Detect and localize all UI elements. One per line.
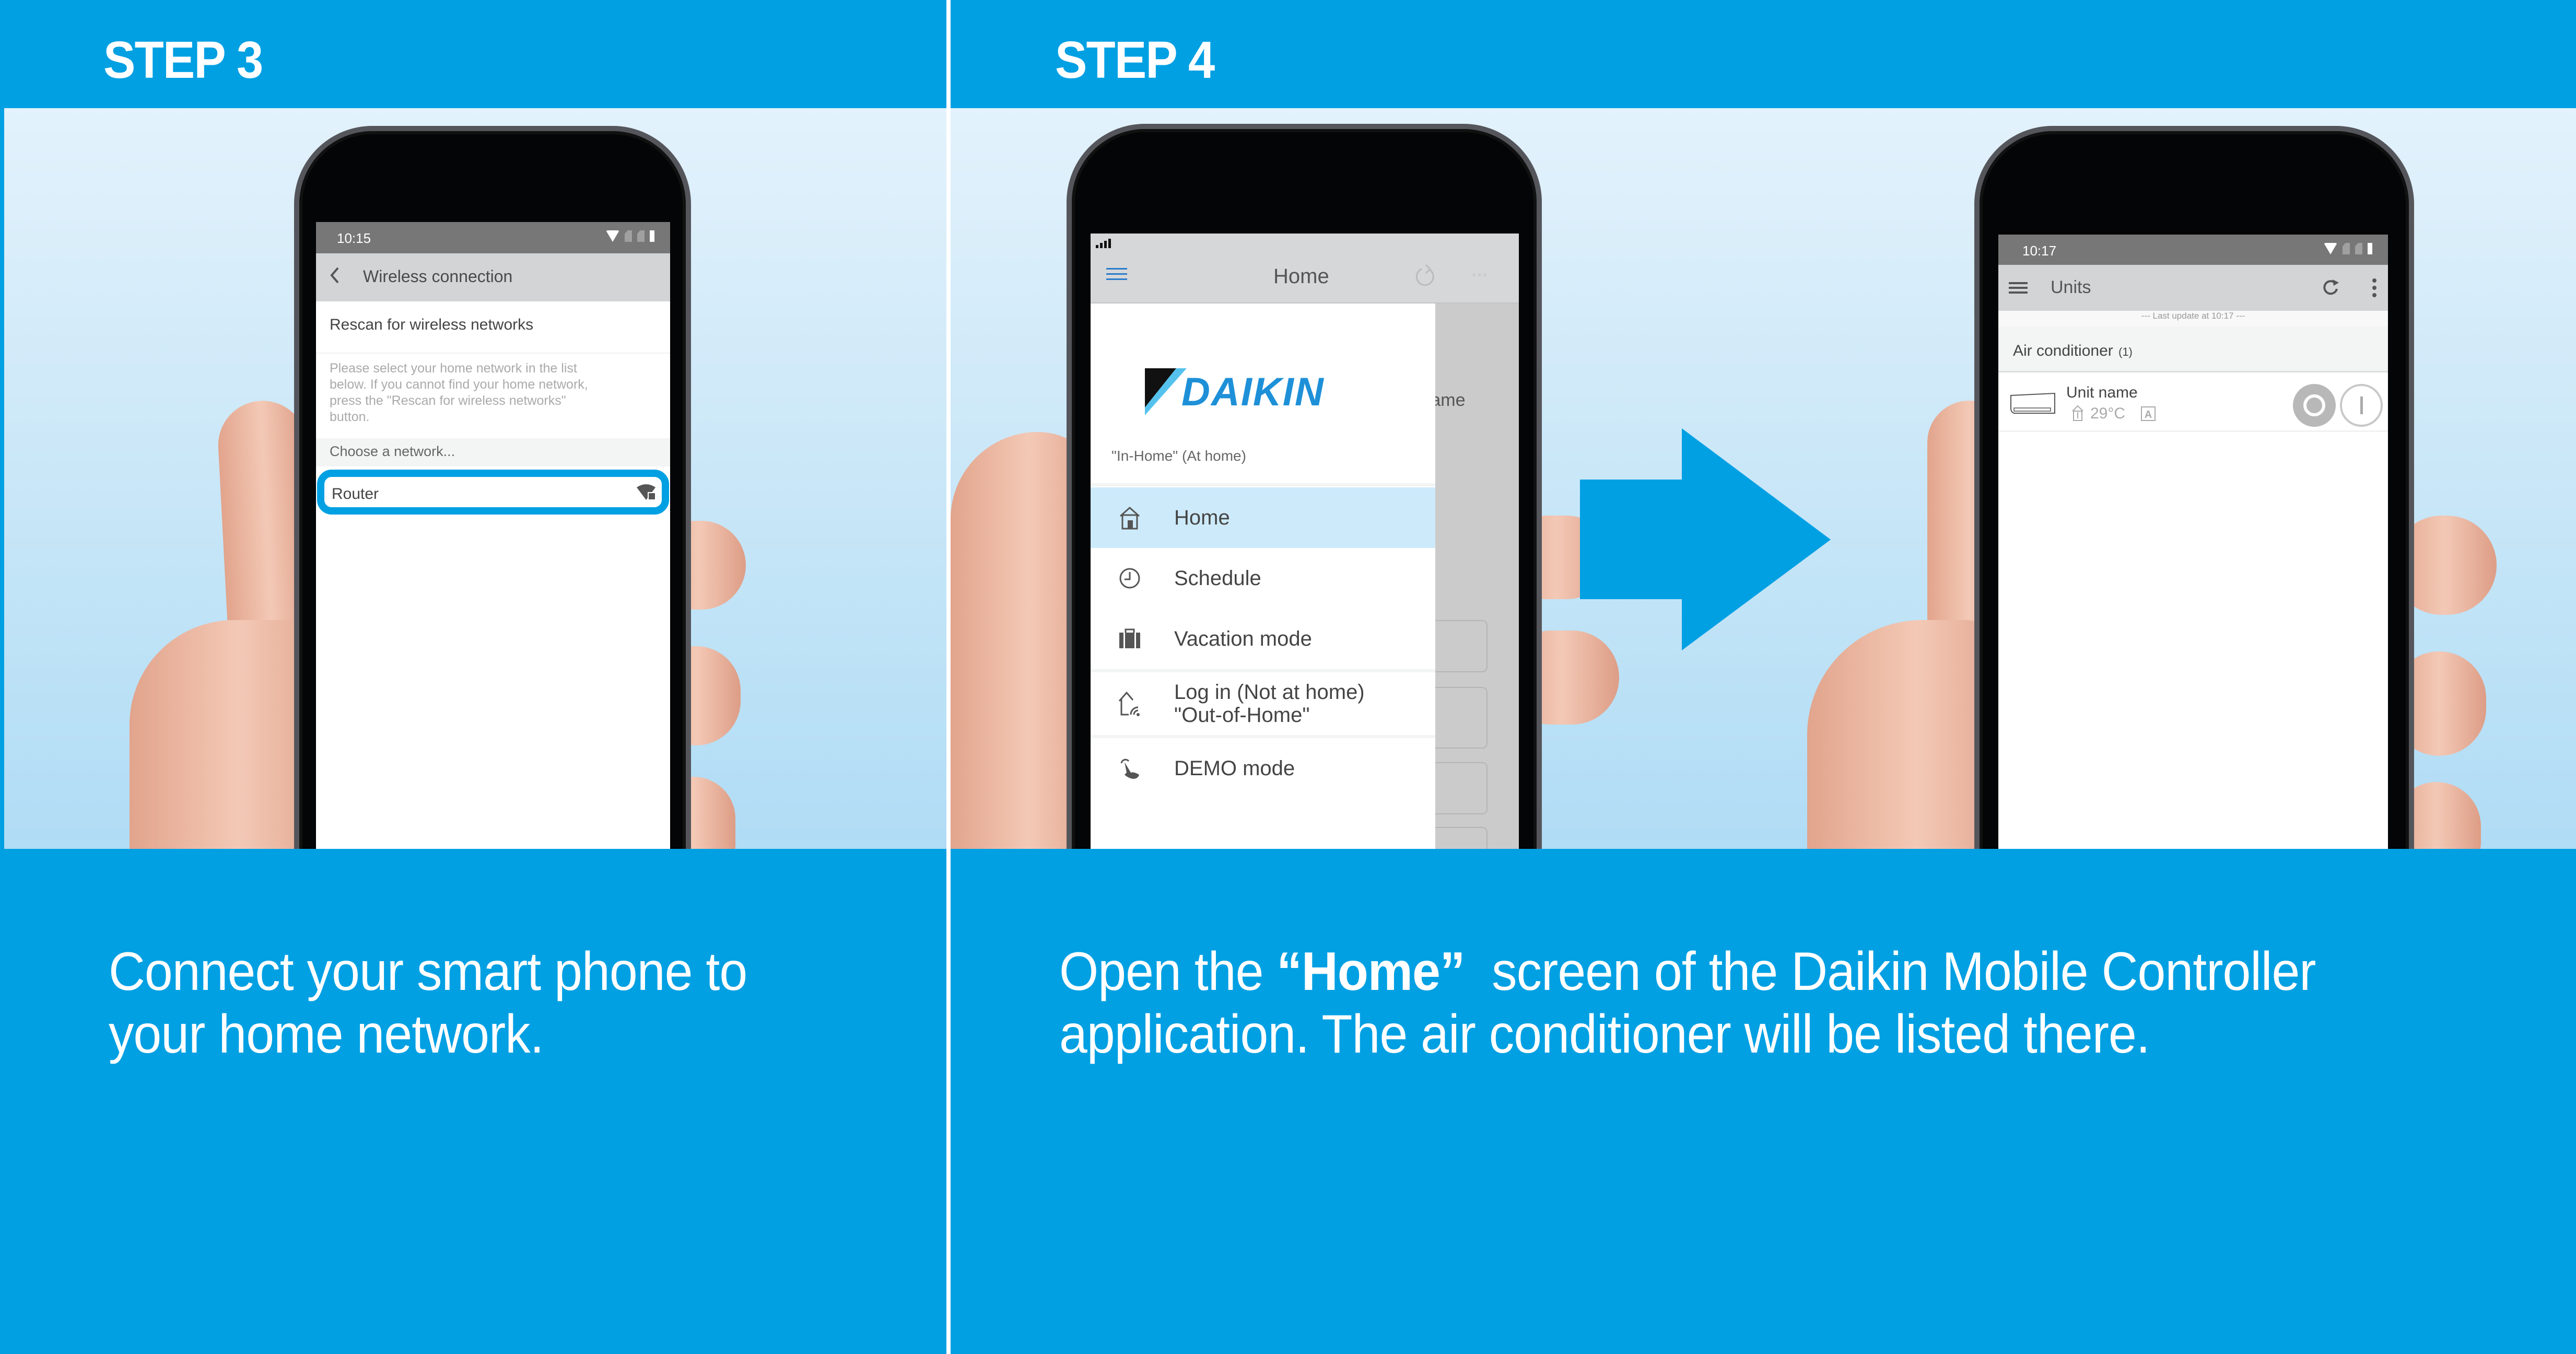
step4-phone-home: Home ••• e same s ss xyxy=(1067,124,1542,849)
back-button[interactable] xyxy=(327,265,342,291)
step4-phone-units: 10:17 Units --- Last update at 10:17 ---… xyxy=(1974,126,2414,849)
menu-item-home[interactable]: Home xyxy=(1091,487,1435,548)
wifi-icon xyxy=(2324,243,2337,254)
app-bar-title: Home xyxy=(1273,265,1329,288)
step3-phone: 10:15 Wireless connection Rescan for wir… xyxy=(294,126,691,849)
section-header-air-conditioner: Air conditioner (1) xyxy=(1998,326,2388,372)
daikin-logo: DAIKIN xyxy=(1145,368,1325,415)
step4-panel: STEP 4 Home ••• e same DAIKIN "In-Home" … xyxy=(951,0,2576,1354)
auto-mode-icon: A xyxy=(2141,406,2156,421)
no-sim-icon xyxy=(637,230,645,242)
arrow-right-icon xyxy=(1580,428,1831,650)
menu-item-login-remote[interactable]: Log in (Not at home) "Out-of-Home" xyxy=(1091,672,1435,735)
rescan-button[interactable]: Rescan for wireless networks xyxy=(316,301,670,354)
step3-phone-screen: 10:15 Wireless connection Rescan for wir… xyxy=(316,222,670,849)
signal-icon xyxy=(1096,239,1111,248)
step4-photo: Home ••• e same s ss xyxy=(951,108,2576,849)
step3-panel: STEP 3 10:15 Wireless connection Rescan … xyxy=(0,0,946,1354)
status-time: 10:15 xyxy=(337,230,371,246)
unit-list-item[interactable]: Unit name 29°C A xyxy=(1998,373,2388,432)
step3-caption: Connect your smart phone to your home ne… xyxy=(109,941,747,1065)
tap-hand-icon xyxy=(1120,758,1139,779)
more-horizontal-icon: ••• xyxy=(1472,268,1489,282)
navigation-drawer: DAIKIN "In-Home" (At home) Home Schedule xyxy=(1091,304,1435,849)
rescan-label: Rescan for wireless networks xyxy=(330,316,534,333)
status-icons xyxy=(2324,243,2372,254)
indoor-temp-icon xyxy=(2072,405,2083,421)
refresh-icon xyxy=(2323,279,2339,295)
panel-divider xyxy=(946,0,951,1354)
more-vertical-icon xyxy=(2372,278,2376,297)
chevron-left-icon xyxy=(330,267,339,284)
menu-item-schedule[interactable]: Schedule xyxy=(1091,548,1435,609)
app-bar: Wireless connection xyxy=(316,253,670,301)
status-bar: 10:17 xyxy=(1998,235,2388,265)
app-bar: Units xyxy=(1998,265,2388,311)
no-sim-icon xyxy=(625,230,632,242)
network-item-router[interactable]: Router xyxy=(317,470,669,515)
menu-item-demo[interactable]: DEMO mode xyxy=(1091,738,1435,799)
menu-button[interactable] xyxy=(1106,267,1127,284)
wifi-icon xyxy=(606,230,619,242)
app-bar-title: Wireless connection xyxy=(363,267,513,286)
step3-title: STEP 3 xyxy=(103,31,263,89)
step3-photo: 10:15 Wireless connection Rescan for wir… xyxy=(4,108,946,849)
svg-text:A: A xyxy=(2145,409,2152,421)
status-bar: 10:15 xyxy=(316,222,670,253)
power-off-button[interactable] xyxy=(2293,384,2336,427)
refresh-button[interactable] xyxy=(1414,263,1437,291)
last-update: --- Last update at 10:17 --- xyxy=(1998,311,2388,326)
menu-button[interactable] xyxy=(2009,282,2028,297)
step4-phone-units-screen: 10:17 Units --- Last update at 10:17 ---… xyxy=(1998,235,2388,849)
status-time: 10:17 xyxy=(2022,243,2057,259)
power-on-button[interactable] xyxy=(2340,384,2383,427)
mode-label: "In-Home" (At home) xyxy=(1111,448,1246,464)
refresh-button[interactable] xyxy=(2322,278,2340,300)
suitcase-icon xyxy=(1119,628,1140,648)
hamburger-icon xyxy=(2009,282,2028,294)
network-name: Router xyxy=(332,485,379,503)
refresh-icon xyxy=(1415,264,1434,286)
app-bar-title: Units xyxy=(2051,277,2091,297)
air-conditioner-icon xyxy=(2010,392,2055,414)
more-button[interactable]: ••• xyxy=(1472,268,1488,283)
remote-home-icon xyxy=(1118,691,1140,716)
battery-icon xyxy=(650,230,654,242)
app-bar: Home ••• xyxy=(1091,234,1519,304)
home-icon xyxy=(1120,506,1140,530)
instructions-text: Please select your home network in the l… xyxy=(330,361,588,424)
step4-caption: Open the “Home” screen of the Daikin Mob… xyxy=(1059,941,2316,1065)
unit-name: Unit name xyxy=(2066,384,2138,401)
no-sim-icon xyxy=(2343,243,2350,254)
status-icons xyxy=(606,230,654,242)
step4-phone-home-screen: Home ••• e same s ss xyxy=(1091,234,1519,849)
power-off-icon xyxy=(2303,394,2325,416)
section-header: Choose a network... xyxy=(316,438,670,466)
unit-temperature: 29°C xyxy=(2090,405,2126,422)
menu-item-vacation[interactable]: Vacation mode xyxy=(1091,609,1435,669)
no-sim-icon xyxy=(2355,243,2362,254)
battery-icon xyxy=(2368,243,2372,254)
drawer-divider xyxy=(1091,483,1435,486)
power-on-icon xyxy=(2360,396,2363,414)
wifi-lock-icon xyxy=(637,484,656,500)
more-button[interactable] xyxy=(2371,277,2378,301)
hamburger-icon xyxy=(1106,268,1127,280)
clock-icon xyxy=(1119,568,1140,589)
step4-title: STEP 4 xyxy=(1055,31,1215,89)
daikin-logo-mark xyxy=(1145,368,1187,415)
